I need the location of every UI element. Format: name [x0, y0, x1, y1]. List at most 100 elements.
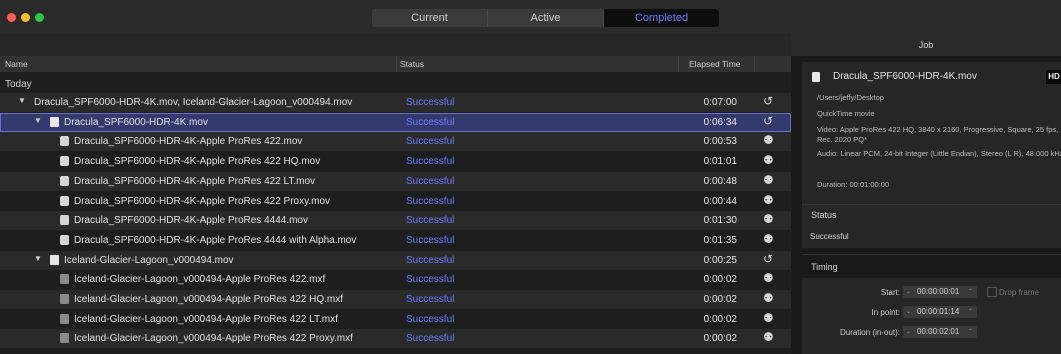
row-status: Successful [406, 156, 455, 168]
table-row[interactable]: ▼ Dracula_SPF6000-HDR-4K.mov, Iceland-Gla… [0, 93, 791, 112]
row-status: Successful [406, 234, 455, 246]
source-kind: QuickTime movie [817, 109, 875, 118]
tab-current[interactable]: Current [372, 9, 487, 27]
source-path: /Users/jeffy/Desktop [817, 93, 884, 102]
chevron-down-icon[interactable]: ⌄ [906, 326, 911, 338]
inspector-title: Job [791, 34, 1061, 56]
drop-frame-checkbox[interactable] [987, 287, 997, 297]
reveal-in-finder-icon[interactable]: ⚉ [763, 232, 774, 246]
row-name: Iceland-Glacier-Lagoon_v000494-Apple Pro… [74, 333, 353, 345]
reveal-in-finder-icon[interactable]: ⚉ [763, 133, 774, 147]
chevron-up-icon[interactable]: ⌃ [968, 306, 973, 318]
row-name: Iceland-Glacier-Lagoon_v000494-Apple Pro… [74, 313, 338, 325]
zoom-window-button[interactable] [35, 13, 44, 22]
document-icon [812, 72, 820, 82]
disclosure-triangle-icon[interactable]: ▼ [34, 254, 42, 263]
row-elapsed-time: 0:01:30 [703, 215, 737, 227]
minimize-window-button[interactable] [21, 13, 30, 22]
table-row[interactable]: Dracula_SPF6000-HDR-4K-Apple ProRes 422.… [0, 132, 791, 152]
row-elapsed-time: 0:00:44 [703, 195, 737, 207]
table-row[interactable]: Dracula_SPF6000-HDR-4K-Apple ProRes 4444… [0, 231, 791, 250]
source-info-card: Dracula_SPF6000-HDR-4K.mov HD /Users/jef… [802, 62, 1061, 232]
reveal-in-finder-icon[interactable]: ⚉ [763, 330, 774, 344]
table-row[interactable]: Dracula_SPF6000-HDR-4K-Apple ProRes 422 … [0, 171, 791, 191]
window-controls [7, 13, 44, 22]
row-status: Successful [406, 333, 455, 345]
table-row[interactable]: Dracula_SPF6000-HDR-4K-Apple ProRes 422 … [0, 152, 791, 171]
tab-active[interactable]: Active [488, 9, 603, 27]
row-name: Iceland-Glacier-Lagoon_v000494.mov [64, 254, 234, 266]
column-divider[interactable] [396, 56, 397, 72]
table-row[interactable]: Dracula_SPF6000-HDR-4K-Apple ProRes 422 … [0, 192, 791, 211]
chevron-down-icon[interactable]: ⌄ [906, 306, 911, 318]
row-elapsed-time: 0:00:02 [703, 313, 737, 325]
start-timecode-field[interactable]: ⌄ 00:00:00:01 ⌃ [903, 286, 977, 298]
table-row[interactable]: Dracula_SPF6000-HDR-4K-Apple ProRes 4444… [0, 211, 791, 231]
row-status: Successful [406, 294, 455, 305]
row-elapsed-time: 0:00:53 [703, 136, 737, 148]
status-value: Successful [810, 232, 849, 241]
row-name: Iceland-Glacier-Lagoon_v000494-Apple Pro… [74, 274, 326, 286]
reveal-in-finder-icon[interactable]: ⚉ [763, 153, 774, 167]
column-header-name[interactable]: Name [5, 59, 28, 69]
table-row[interactable]: Iceland-Glacier-Lagoon_v000494-Apple Pro… [0, 270, 791, 289]
row-status: Successful [406, 254, 455, 266]
drop-frame-label: Drop frame [999, 288, 1040, 297]
row-elapsed-time: 0:01:35 [703, 234, 737, 246]
compressor-setting-icon [60, 215, 69, 226]
compressor-setting-icon [60, 156, 69, 167]
row-status: Successful [406, 116, 455, 128]
resubmit-icon[interactable]: ↺ [763, 114, 773, 128]
disclosure-triangle-icon[interactable]: ▼ [34, 116, 42, 125]
column-divider[interactable] [678, 56, 679, 72]
chevron-up-icon[interactable]: ⌃ [968, 326, 973, 338]
table-header: Name Status Elapsed Time [0, 56, 791, 72]
chevron-down-icon[interactable]: ⌄ [906, 286, 911, 298]
section-divider [802, 204, 1061, 205]
in-point-timecode-field[interactable]: ⌄ 00:00:01:14 ⌃ [903, 306, 977, 318]
section-divider [802, 254, 1061, 255]
inspector-pane: Job Dracula_SPF6000-HDR-4K.mov HD /Users… [791, 34, 1061, 354]
tab-completed[interactable]: Completed [604, 9, 719, 27]
toolbar-strip [0, 34, 791, 56]
row-name: Dracula_SPF6000-HDR-4K-Apple ProRes 422 … [74, 195, 331, 207]
close-window-button[interactable] [7, 13, 16, 22]
row-elapsed-time: 0:00:02 [703, 333, 737, 345]
column-header-status[interactable]: Status [400, 59, 424, 69]
resubmit-icon[interactable]: ↺ [763, 94, 773, 108]
chevron-up-icon[interactable]: ⌃ [968, 286, 973, 298]
reveal-in-finder-icon[interactable]: ⚉ [763, 271, 774, 285]
compressor-setting-icon [60, 234, 69, 245]
row-status: Successful [406, 97, 455, 108]
mxf-file-icon [60, 274, 69, 285]
row-status: Successful [406, 313, 455, 325]
column-header-elapsed[interactable]: Elapsed Time [689, 59, 741, 69]
row-name: Dracula_SPF6000-HDR-4K-Apple ProRes 4444… [74, 234, 357, 246]
duration-timecode-field[interactable]: ⌄ 00:00:02:01 ⌃ [903, 326, 977, 338]
view-segmented-control: Current Active Completed [372, 9, 719, 27]
row-name: Dracula_SPF6000-HDR-4K-Apple ProRes 4444… [74, 215, 308, 227]
table-row[interactable]: Iceland-Glacier-Lagoon_v000494-Apple Pro… [0, 329, 791, 349]
reveal-in-finder-icon[interactable]: ⚉ [763, 173, 774, 187]
mxf-file-icon [60, 333, 69, 344]
row-name: Dracula_SPF6000-HDR-4K.mov [64, 116, 208, 128]
table-row[interactable]: ▼ Iceland-Glacier-Lagoon_v000494.mov Succe… [0, 250, 791, 270]
reveal-in-finder-icon[interactable]: ⚉ [763, 193, 774, 207]
row-elapsed-time: 0:00:48 [703, 175, 737, 187]
reveal-in-finder-icon[interactable]: ⚉ [763, 291, 774, 305]
reveal-in-finder-icon[interactable]: ⚉ [763, 311, 774, 325]
table-row[interactable]: Iceland-Glacier-Lagoon_v000494-Apple Pro… [0, 310, 791, 329]
row-elapsed-time: 0:01:01 [703, 156, 737, 168]
reveal-in-finder-icon[interactable]: ⚉ [763, 212, 774, 226]
group-header-today: Today [5, 79, 32, 90]
disclosure-triangle-icon[interactable]: ▼ [18, 96, 26, 105]
row-status: Successful [406, 175, 455, 187]
table-row[interactable]: ▼ Dracula_SPF6000-HDR-4K.mov Successful 0:0… [0, 112, 791, 132]
column-divider[interactable] [754, 56, 755, 72]
status-section-label: Status [811, 210, 837, 220]
table-row[interactable]: Iceland-Glacier-Lagoon_v000494-Apple Pro… [0, 290, 791, 309]
timing-section-label: Timing [811, 262, 838, 272]
document-icon [50, 254, 59, 265]
resubmit-icon[interactable]: ↺ [763, 252, 773, 266]
row-status: Successful [406, 274, 455, 286]
